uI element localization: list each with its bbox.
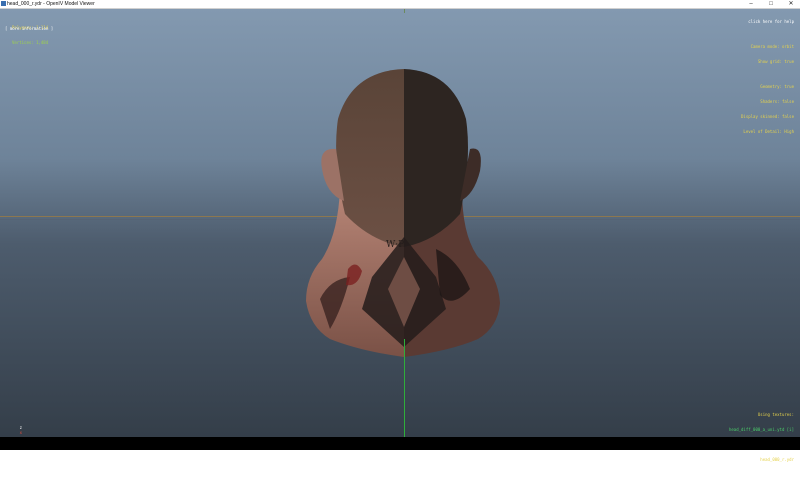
- vertices-count: Vertices: 1,484: [12, 40, 49, 45]
- camera-mode-option[interactable]: Camera mode: orbit: [741, 44, 794, 49]
- show-grid-option[interactable]: Show grid: true: [741, 59, 794, 64]
- window-titlebar: head_000_r.ydr - OpenIV Model Viewer – □…: [0, 0, 800, 9]
- gizmo-x-label: x: [19, 430, 23, 435]
- app-icon: [1, 1, 6, 6]
- minimize-icon[interactable]: –: [742, 0, 760, 8]
- close-icon[interactable]: ✕: [782, 0, 800, 8]
- export-embedded-textures-button[interactable]: [ export embedded textures ]: [727, 487, 794, 492]
- textures-title: Using textures:: [757, 412, 794, 417]
- grid-axis-vertical: [404, 339, 405, 437]
- view-embedded-textures-button[interactable]: [ view embedded textures ]: [727, 472, 794, 477]
- window-title: head_000_r.ydr - OpenIV Model Viewer: [7, 1, 95, 7]
- lod-option[interactable]: Level of Detail: High: [741, 129, 794, 134]
- shaders-option[interactable]: Shaders: false: [741, 99, 794, 104]
- textures-panel: Using textures: head_diff_000_a_uni.ytd …: [727, 402, 794, 502]
- stats-panel: Polygons: 1,114 Vertices: 1,484: [12, 15, 48, 55]
- model-viewport[interactable]: W·P Polygons: 1,114 Vertices: 1,484 [ mo…: [0, 9, 800, 492]
- tattoo-lettering: W·P: [386, 240, 404, 250]
- geometry-option[interactable]: Geometry: true: [741, 84, 794, 89]
- maximize-icon[interactable]: □: [762, 0, 780, 8]
- more-information-link[interactable]: [ more information ]: [5, 26, 53, 31]
- viewer-options-panel: click here for help Camera mode: orbit S…: [741, 9, 794, 144]
- texture-file-link[interactable]: head_diff_000_a_uni.ytd [i]: [727, 427, 794, 432]
- status-bar: [0, 437, 800, 450]
- display-skinned-option[interactable]: Display skinned: false: [741, 114, 794, 119]
- model-file-label: head_000_r.ydr: [760, 457, 794, 462]
- head-model[interactable]: W·P: [0, 9, 800, 437]
- help-link[interactable]: click here for help: [741, 19, 794, 24]
